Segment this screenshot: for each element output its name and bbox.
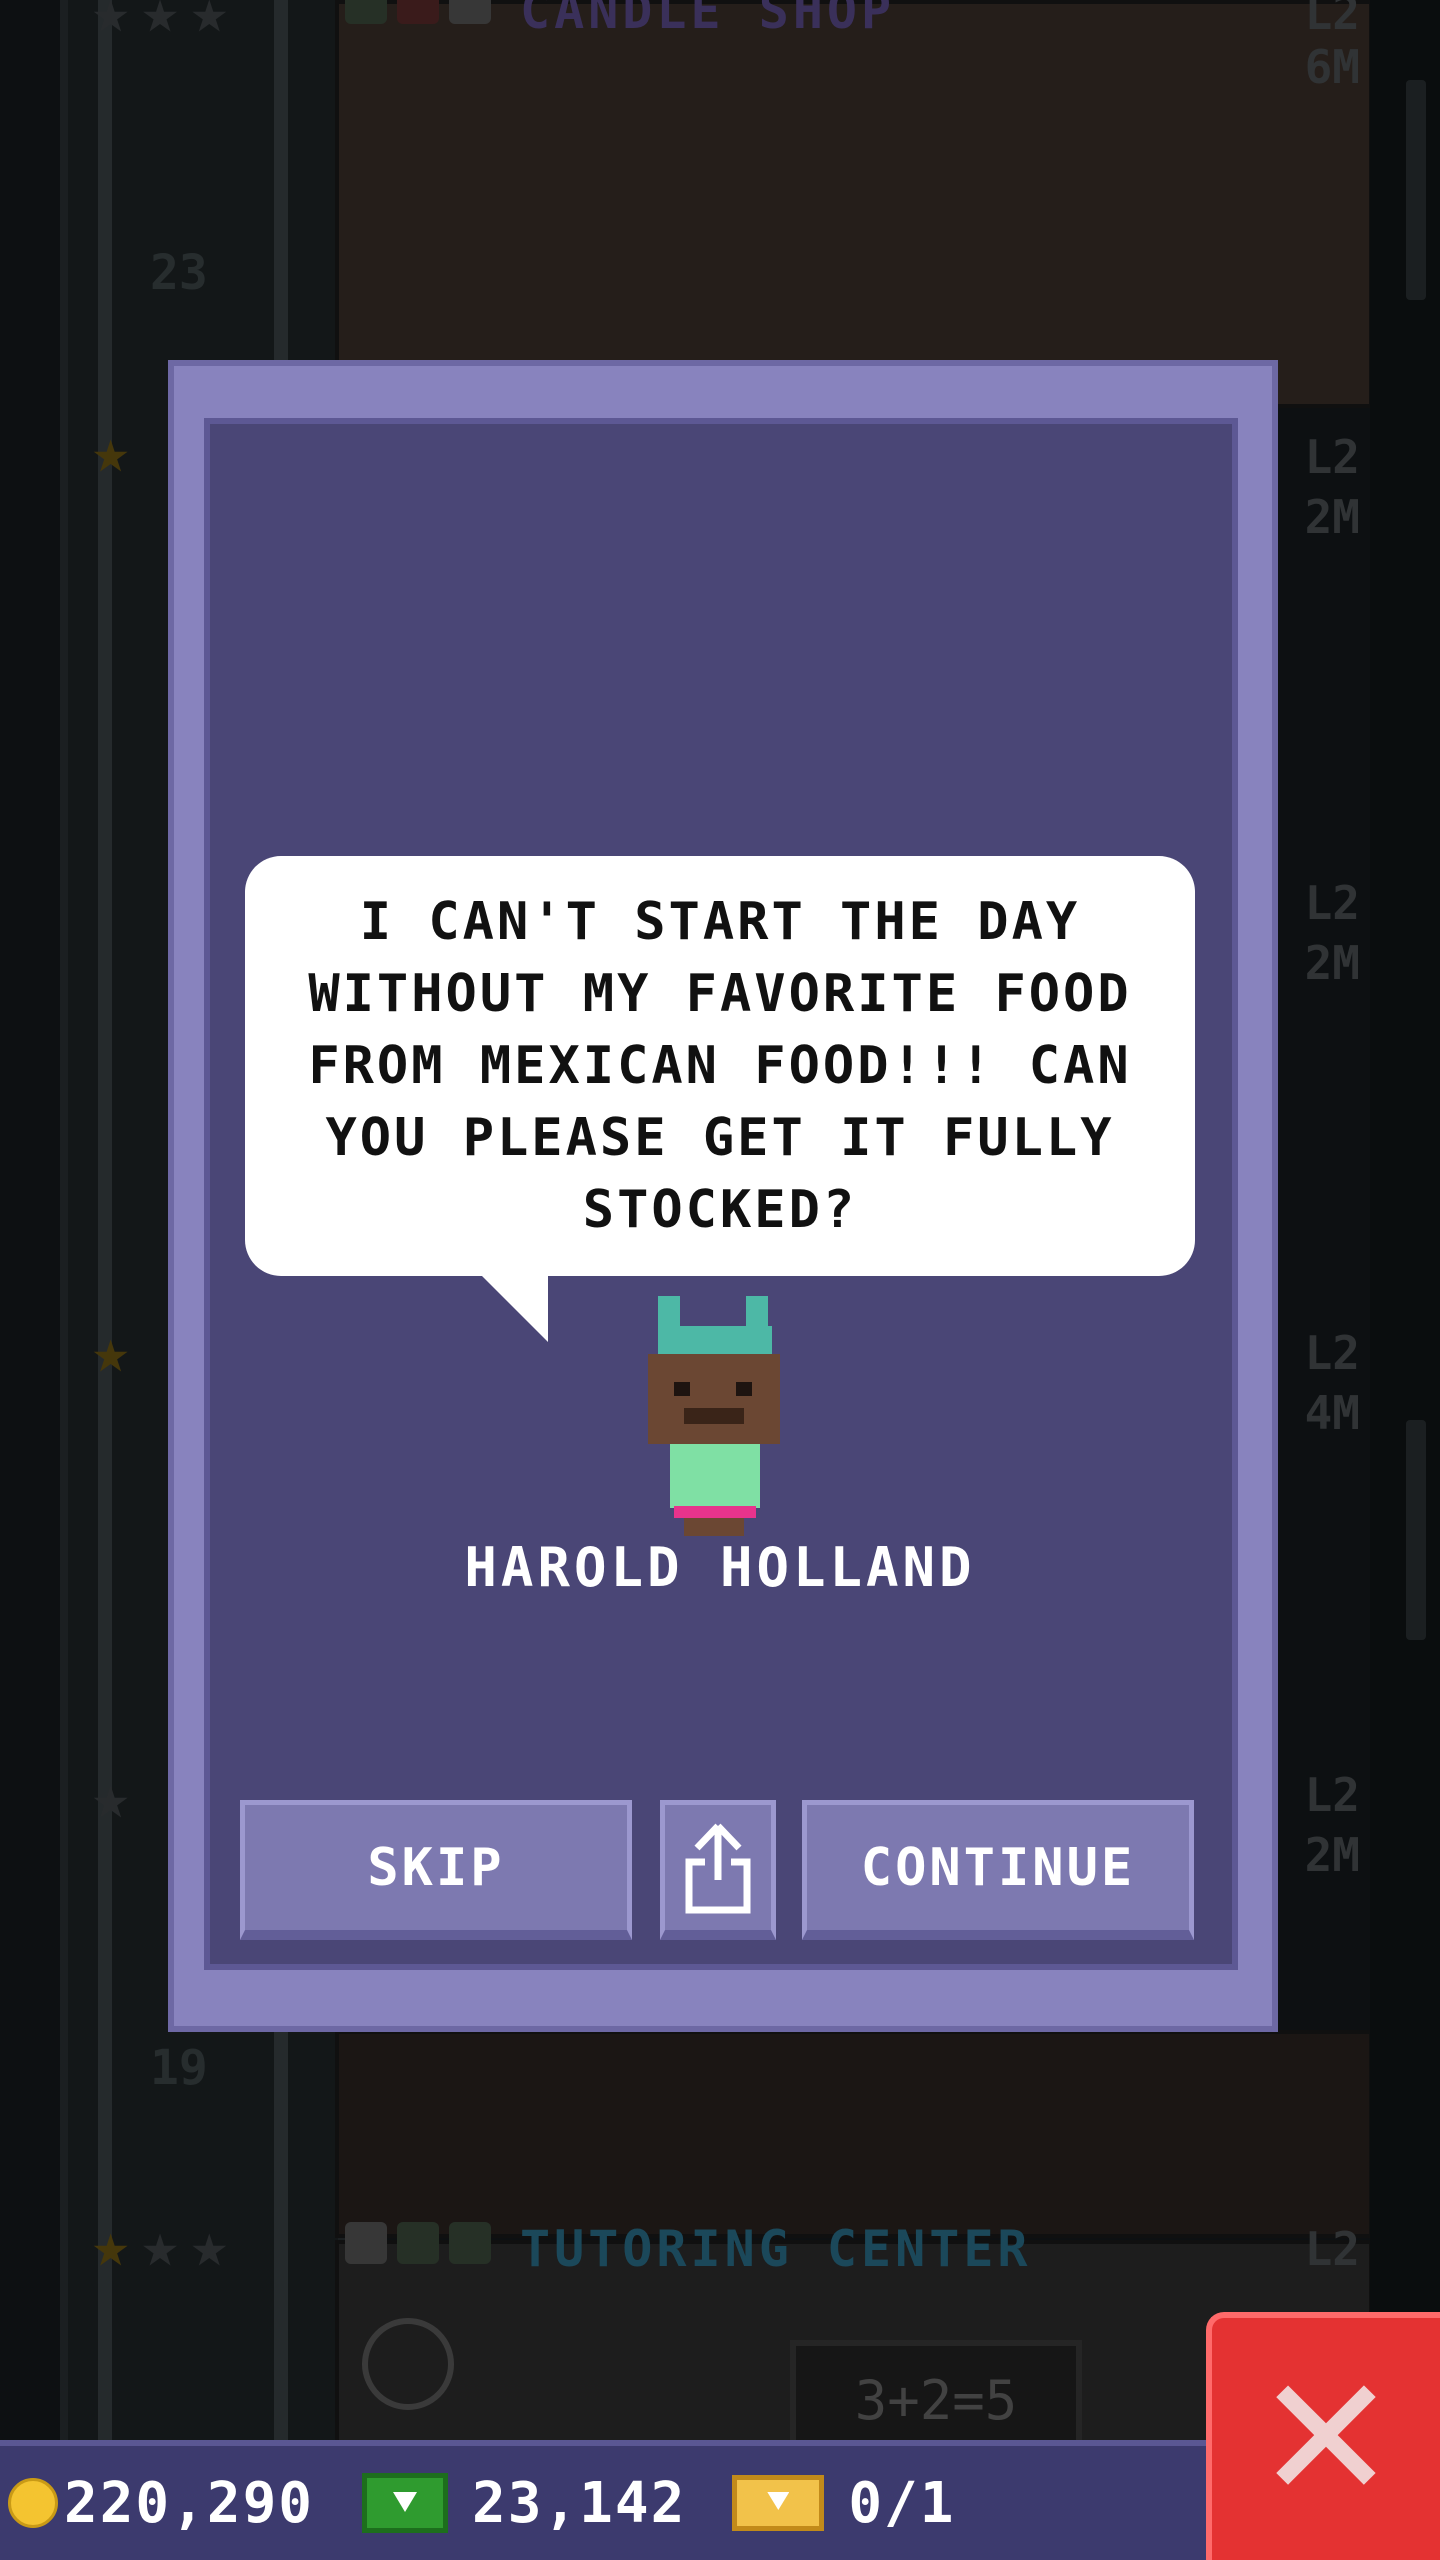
continue-button[interactable]: CONTINUE [802,1800,1194,1940]
tickets-display[interactable]: 0/1 [686,2471,955,2536]
bux-display[interactable]: 23,142 [314,2471,686,2536]
speech-bubble: I CAN'T START THE DAY WITHOUT MY FAVORIT… [245,856,1195,1276]
tickets-value: 0/1 [848,2470,956,2536]
character-eye [674,1382,690,1396]
bux-value: 23,142 [472,2470,687,2536]
character-head [648,1354,780,1444]
character-hat [658,1326,772,1356]
character-name: HAROLD HOLLAND [464,1536,976,1599]
speech-bubble-tail [478,1272,548,1342]
request-message: I CAN'T START THE DAY WITHOUT MY FAVORIT… [308,892,1132,1240]
share-icon [685,1823,751,1913]
currency-bar: 220,290 23,142 0/1 [0,2440,1230,2560]
character-eye [736,1382,752,1396]
close-button[interactable]: ✕ [1206,2312,1440,2560]
skip-button[interactable]: SKIP [240,1800,632,1940]
close-icon: ✕ [1254,2340,1398,2538]
character-legs [684,1518,744,1536]
character-avatar [648,1296,780,1536]
character-shirt [670,1444,760,1508]
coins-display[interactable]: 220,290 [0,2471,314,2536]
character-belt [674,1506,756,1518]
ticket-icon [732,2475,825,2531]
coin-icon [8,2478,58,2528]
coins-value: 220,290 [64,2470,315,2536]
character-mustache [684,1408,744,1424]
share-button[interactable] [660,1800,776,1940]
bux-icon [362,2473,449,2533]
